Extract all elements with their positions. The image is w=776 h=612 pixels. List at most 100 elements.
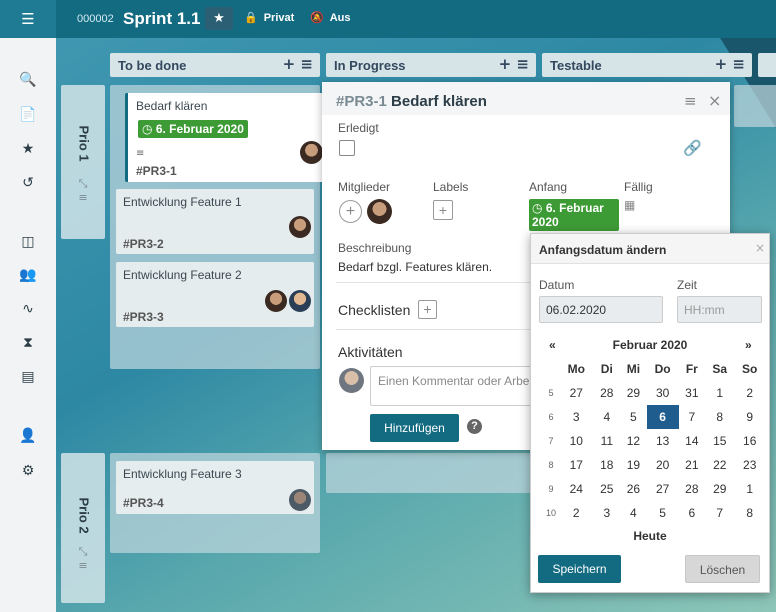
- column-actions-icon[interactable]: + ≡: [283, 55, 313, 73]
- archive-icon[interactable]: ▤: [0, 369, 56, 385]
- calendar-day[interactable]: 29: [620, 381, 647, 405]
- calendar-day[interactable]: 3: [594, 501, 621, 525]
- weekday-label: Mo: [567, 362, 585, 376]
- column-header-testable[interactable]: Testable + ≡: [542, 53, 752, 77]
- calendar-day[interactable]: 29: [705, 477, 734, 501]
- calendar-day[interactable]: 8: [734, 501, 765, 525]
- calendar-day[interactable]: 27: [647, 477, 679, 501]
- privacy-toggle[interactable]: 🔒 Privat: [244, 11, 294, 24]
- comment-input[interactable]: Einen Kommentar oder Arbeits: [370, 366, 540, 406]
- column-header-in-progress[interactable]: In Progress + ≡: [326, 53, 536, 77]
- calendar-day[interactable]: 7: [679, 405, 706, 429]
- star-icon[interactable]: ★: [0, 141, 56, 157]
- month-title[interactable]: Februar 2020: [531, 338, 769, 352]
- calendar-day[interactable]: 17: [559, 453, 594, 477]
- hourglass-icon[interactable]: ⧗: [0, 335, 56, 351]
- calendar-day[interactable]: 15: [705, 429, 734, 453]
- collapse-icon[interactable]: ⤡ ≡: [61, 177, 105, 204]
- calendar-day[interactable]: 31: [679, 381, 706, 405]
- card-title: Bedarf klären: [136, 99, 208, 113]
- time-input[interactable]: HH:mm: [677, 296, 762, 323]
- collapse-icon[interactable]: ⤡ ≡: [61, 545, 105, 572]
- close-icon[interactable]: ×: [708, 91, 721, 110]
- calendar-day[interactable]: 10: [559, 429, 594, 453]
- card-pr3-2[interactable]: Entwicklung Feature 1 #PR3-2: [116, 189, 314, 254]
- description-text[interactable]: Bedarf bzgl. Features klären.: [338, 260, 492, 274]
- activity-icon[interactable]: ∿: [0, 301, 56, 317]
- column-header-next: [758, 53, 776, 77]
- calendar-icon[interactable]: ▦: [624, 198, 635, 212]
- delete-button[interactable]: Löschen: [685, 555, 760, 583]
- calendar-day[interactable]: 9: [734, 405, 765, 429]
- column-actions-icon[interactable]: + ≡: [715, 55, 745, 73]
- calendar-day[interactable]: 18: [594, 453, 621, 477]
- calendar-day[interactable]: 22: [705, 453, 734, 477]
- calendar-day-selected[interactable]: 6: [646, 405, 679, 429]
- card-pr3-4[interactable]: Entwicklung Feature 3 #PR3-4: [116, 461, 314, 514]
- calendar-day[interactable]: 27: [559, 381, 594, 405]
- calendar-day[interactable]: 4: [620, 501, 647, 525]
- next-month-button[interactable]: »: [745, 338, 752, 352]
- calendar-day[interactable]: 2: [559, 501, 594, 525]
- calendar-day[interactable]: 11: [594, 429, 621, 453]
- card-pr3-1[interactable]: Bedarf klären ◷ 6. Februar 2020 ≡ #PR3-1: [125, 93, 325, 182]
- favorite-star-icon[interactable]: ★: [205, 7, 233, 30]
- help-icon[interactable]: ?: [467, 419, 482, 434]
- notification-toggle[interactable]: 🔕 Aus: [310, 11, 350, 24]
- card-id: #PR3-1: [136, 164, 177, 178]
- calendar-day[interactable]: 2: [734, 381, 765, 405]
- calendar-day[interactable]: 26: [620, 477, 647, 501]
- calendar-day[interactable]: 16: [734, 429, 765, 453]
- calendar-day[interactable]: 28: [594, 381, 621, 405]
- today-button[interactable]: Heute: [531, 529, 769, 543]
- close-icon[interactable]: ×: [755, 241, 765, 255]
- swimlane-prio-2[interactable]: Prio 2 ⤡ ≡: [61, 453, 105, 603]
- calendar-day[interactable]: 13: [647, 429, 679, 453]
- calendar-day[interactable]: 19: [620, 453, 647, 477]
- settings-gear-icon[interactable]: ⚙: [0, 463, 56, 479]
- calendar-day[interactable]: 8: [705, 405, 734, 429]
- calendar-day[interactable]: 24: [559, 477, 594, 501]
- calendar-day[interactable]: 28: [679, 477, 706, 501]
- add-comment-button[interactable]: Hinzufügen: [370, 414, 459, 442]
- calendar-day[interactable]: 21: [679, 453, 706, 477]
- calendar-day[interactable]: 6: [679, 501, 706, 525]
- add-label-icon[interactable]: +: [433, 200, 453, 220]
- card-pr3-3[interactable]: Entwicklung Feature 2 #PR3-3: [116, 262, 314, 327]
- start-date-badge[interactable]: ◷ 6. Februar 2020: [529, 199, 619, 231]
- board-icon[interactable]: ◫: [0, 234, 56, 250]
- calendar-week-row: 5 27 28 29 30 31 1 2: [543, 381, 765, 405]
- search-icon[interactable]: 🔍: [0, 72, 56, 88]
- history-icon[interactable]: ↺: [0, 175, 56, 191]
- calendar-day[interactable]: 5: [647, 501, 679, 525]
- calendar-day[interactable]: 23: [734, 453, 765, 477]
- users-icon[interactable]: 👥: [0, 267, 56, 283]
- menu-icon[interactable]: ☰: [0, 0, 56, 38]
- add-member-icon[interactable]: +: [339, 200, 362, 223]
- calendar-day[interactable]: 4: [594, 405, 621, 429]
- column-header-to-be-done[interactable]: To be done + ≡: [110, 53, 320, 77]
- swimlane-prio-1[interactable]: Prio 1 ⤡ ≡: [61, 85, 105, 239]
- avatar: [265, 290, 287, 312]
- calendar-day[interactable]: 5: [620, 405, 647, 429]
- user-icon[interactable]: 👤: [0, 428, 56, 444]
- calendar-day[interactable]: 7: [705, 501, 734, 525]
- calendar-day[interactable]: 25: [594, 477, 621, 501]
- calendar-day[interactable]: 14: [679, 429, 706, 453]
- link-icon[interactable]: 🔗: [683, 139, 702, 157]
- done-checkbox[interactable]: [339, 140, 355, 156]
- calendar-day[interactable]: 1: [734, 477, 765, 501]
- new-document-icon[interactable]: 📄: [0, 107, 56, 123]
- calendar-day[interactable]: 12: [620, 429, 647, 453]
- avatar: [300, 141, 323, 164]
- add-checklist-icon[interactable]: +: [418, 300, 437, 319]
- save-button[interactable]: Speichern: [538, 555, 621, 583]
- calendar-day[interactable]: 1: [705, 381, 734, 405]
- calendar-day[interactable]: 3: [559, 405, 594, 429]
- calendar-day[interactable]: 30: [647, 381, 679, 405]
- card-title[interactable]: Bedarf klären: [391, 93, 487, 110]
- date-input[interactable]: 06.02.2020: [539, 296, 663, 323]
- modal-menu-icon[interactable]: ≡: [684, 92, 697, 110]
- column-actions-icon[interactable]: + ≡: [499, 55, 529, 73]
- calendar-day[interactable]: 20: [647, 453, 679, 477]
